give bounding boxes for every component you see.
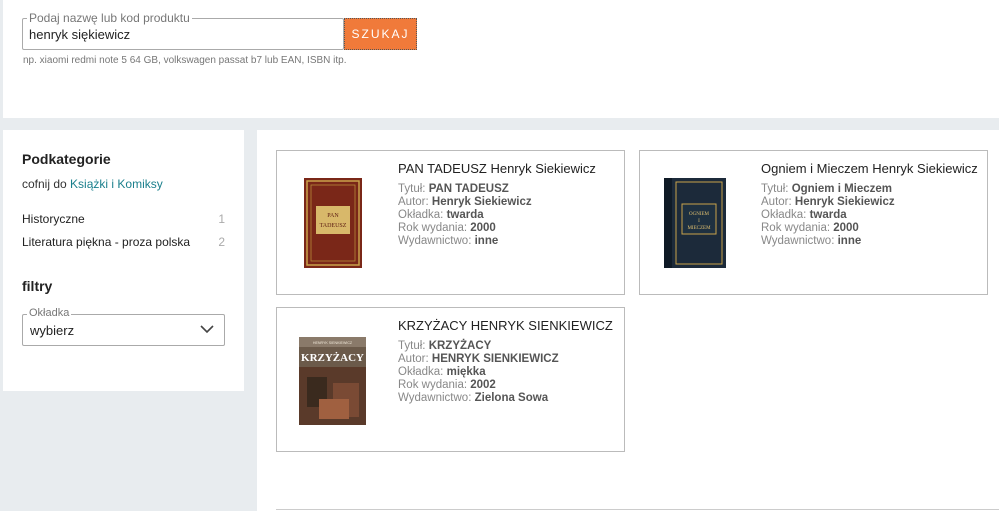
search-hint: np. xiaomi redmi note 5 64 GB, volkswage… — [23, 55, 347, 66]
back-line: cofnij do Książki i Komiksy — [22, 177, 163, 191]
detail-value: twarda — [809, 209, 847, 221]
detail-label: Okładka: — [398, 209, 444, 221]
book-cover-image: OGNIEM I MIECZEM — [664, 178, 726, 268]
detail-value: HENRYK SIENKIEWICZ — [431, 353, 559, 365]
detail-value: Ogniem i Mieczem — [791, 183, 893, 195]
cover-filter-legend: Okładka — [27, 307, 72, 320]
product-card[interactable]: HENRYK SIENKIEWICZ KRZYŻACY KRZYŻACY HEN… — [276, 307, 625, 452]
category-item[interactable]: Historyczne 1 — [22, 212, 225, 226]
product-card[interactable]: OGNIEM I MIECZEM Ogniem i Mieczem Henryk… — [639, 150, 988, 295]
detail-value: 2000 — [833, 222, 859, 234]
book-cover-image: PAN TADEUSZ — [304, 178, 362, 268]
detail-value: twarda — [446, 209, 484, 221]
detail-label: Autor: — [398, 353, 429, 365]
product-title[interactable]: Ogniem i Mieczem Henryk Siekiewicz — [761, 161, 978, 176]
product-title[interactable]: KRZYŻACY HENRYK SIENKIEWICZ — [398, 318, 613, 333]
search-field[interactable]: Podaj nazwę lub kod produktu — [22, 11, 344, 50]
book-cover-image: HENRYK SIENKIEWICZ KRZYŻACY — [299, 337, 366, 425]
product-title[interactable]: PAN TADEUSZ Henryk Siekiewicz — [398, 161, 596, 176]
cover-text: KRZYŻACY — [301, 352, 364, 364]
detail-label: Rok wydania: — [761, 222, 831, 234]
sidebar: Podkategorie cofnij do Książki i Komiksy… — [3, 130, 244, 391]
detail-label: Wydawnictwo: — [761, 235, 835, 247]
category-count: 2 — [218, 235, 225, 249]
back-prefix: cofnij do — [22, 177, 67, 191]
product-details: Tytuł: KRZYŻACY Autor: HENRYK SIENKIEWIC… — [398, 340, 559, 405]
cover-filter-select[interactable]: Okładka wybierz — [22, 307, 225, 346]
filters-heading: filtry — [22, 278, 53, 294]
category-count: 1 — [218, 212, 225, 226]
detail-label: Okładka: — [398, 366, 444, 378]
cover-filter-value: wybierz — [30, 323, 75, 338]
detail-value: miękka — [446, 366, 486, 378]
detail-value: KRZYŻACY — [428, 340, 492, 352]
cover-text: MIECZEM — [687, 226, 711, 231]
search-input[interactable] — [23, 19, 343, 49]
category-item[interactable]: Literatura piękna - proza polska 2 — [22, 235, 225, 249]
divider — [276, 509, 999, 510]
detail-value: inne — [474, 235, 499, 247]
detail-value: inne — [837, 235, 862, 247]
detail-value: Zielona Sowa — [474, 392, 549, 404]
detail-label: Okładka: — [761, 209, 807, 221]
detail-label: Rok wydania: — [398, 379, 468, 391]
detail-value: 2002 — [470, 379, 496, 391]
product-details: Tytuł: Ogniem i Mieczem Autor: Henryk Si… — [761, 183, 895, 248]
detail-value: Henryk Siekiewicz — [431, 196, 532, 208]
detail-label: Rok wydania: — [398, 222, 468, 234]
detail-label: Tytuł: — [398, 183, 426, 195]
cover-text: PAN — [327, 213, 339, 219]
detail-label: Tytuł: — [398, 340, 426, 352]
detail-label: Tytuł: — [761, 183, 789, 195]
search-panel: Podaj nazwę lub kod produktu SZUKAJ np. … — [3, 0, 999, 118]
category-label: Historyczne — [22, 212, 85, 226]
cover-text: HENRYK SIENKIEWICZ — [313, 341, 353, 345]
chevron-down-icon — [200, 325, 214, 334]
detail-value: PAN TADEUSZ — [428, 183, 509, 195]
detail-value: 2000 — [470, 222, 496, 234]
detail-value: Henryk Siekiewicz — [794, 196, 895, 208]
product-details: Tytuł: PAN TADEUSZ Autor: Henryk Siekiew… — [398, 183, 532, 248]
detail-label: Wydawnictwo: — [398, 392, 472, 404]
detail-label: Wydawnictwo: — [398, 235, 472, 247]
subcategories-heading: Podkategorie — [22, 151, 111, 167]
results-panel: PAN TADEUSZ PAN TADEUSZ Henryk Siekiewic… — [257, 130, 999, 511]
product-card[interactable]: PAN TADEUSZ PAN TADEUSZ Henryk Siekiewic… — [276, 150, 625, 295]
detail-label: Autor: — [398, 196, 429, 208]
detail-label: Autor: — [761, 196, 792, 208]
cover-text: OGNIEM — [689, 212, 710, 217]
search-button[interactable]: SZUKAJ — [344, 18, 417, 50]
cover-text: TADEUSZ — [320, 223, 347, 229]
back-link[interactable]: Książki i Komiksy — [70, 177, 163, 191]
category-label: Literatura piękna - proza polska — [22, 235, 191, 249]
